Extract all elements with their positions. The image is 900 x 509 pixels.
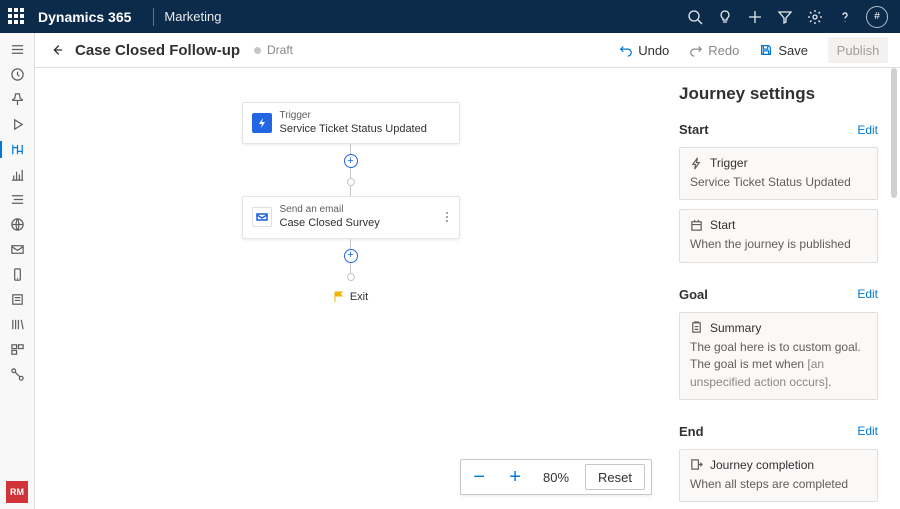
connector-joint xyxy=(347,178,355,186)
undo-button[interactable]: Undo xyxy=(611,37,677,63)
rail-form-icon[interactable] xyxy=(0,287,35,312)
rail-library-icon[interactable] xyxy=(0,312,35,337)
add-step-button[interactable]: + xyxy=(344,249,358,263)
zoom-percent: 80% xyxy=(533,470,579,485)
publish-button: Publish xyxy=(828,37,888,63)
rail-mail-icon[interactable] xyxy=(0,237,35,262)
connector-line xyxy=(350,168,351,178)
connector-line xyxy=(350,263,351,273)
card-body: When the journey is published xyxy=(690,236,867,253)
status-label: Draft xyxy=(267,43,293,57)
card-title: Trigger xyxy=(710,156,748,170)
add-icon[interactable] xyxy=(740,1,770,33)
section-end: End Edit Journey completion When all ste… xyxy=(679,424,878,502)
edit-link[interactable]: Edit xyxy=(857,123,878,137)
flow-end-joint xyxy=(347,273,355,281)
zoom-reset-button[interactable]: Reset xyxy=(585,464,645,490)
edit-link[interactable]: Edit xyxy=(857,424,878,438)
avatar[interactable]: # xyxy=(866,6,888,28)
card-body: Service Ticket Status Updated xyxy=(690,174,867,191)
rail-menu-icon[interactable] xyxy=(0,37,35,62)
rail-pinned-icon[interactable] xyxy=(0,87,35,112)
card-summary[interactable]: Summary The goal here is to custom goal.… xyxy=(679,312,878,400)
card-body: When all steps are completed xyxy=(690,476,867,493)
rail-assets-icon[interactable] xyxy=(0,337,35,362)
main-area: Trigger Service Ticket Status Updated + … xyxy=(35,68,888,509)
node-overflow-icon[interactable] xyxy=(444,212,450,222)
panel-heading: Journey settings xyxy=(679,84,878,104)
connector-line xyxy=(350,239,351,249)
card-trigger[interactable]: Trigger Service Ticket Status Updated xyxy=(679,147,878,200)
redo-label: Redo xyxy=(708,43,739,58)
top-nav: Dynamics 365 Marketing # xyxy=(0,0,900,33)
add-step-button[interactable]: + xyxy=(344,154,358,168)
exit-label: Exit xyxy=(350,291,368,303)
clipboard-icon xyxy=(690,321,703,334)
redo-button[interactable]: Redo xyxy=(681,37,747,63)
calendar-icon xyxy=(690,219,703,232)
area-label[interactable]: Marketing xyxy=(164,9,221,24)
section-goal: Goal Edit Summary The goal here is to cu… xyxy=(679,287,878,400)
undo-label: Undo xyxy=(638,43,669,58)
search-icon[interactable] xyxy=(680,1,710,33)
card-body: The goal here is to custom goal. The goa… xyxy=(690,339,867,391)
flow-container: Trigger Service Ticket Status Updated + … xyxy=(242,102,460,303)
save-button[interactable]: Save xyxy=(751,37,816,63)
page-title: Case Closed Follow-up xyxy=(75,42,240,59)
rail-globe-icon[interactable] xyxy=(0,212,35,237)
help-icon[interactable] xyxy=(830,1,860,33)
exit-icon xyxy=(690,458,703,471)
rail-analytics-icon[interactable] xyxy=(0,162,35,187)
node-type-label: Trigger xyxy=(280,110,427,123)
command-bar: Case Closed Follow-up Draft Undo Redo Sa… xyxy=(35,33,900,68)
rail-recent-icon[interactable] xyxy=(0,62,35,87)
exit-node[interactable]: Exit xyxy=(333,291,368,303)
left-rail: RM xyxy=(0,33,35,509)
trigger-node[interactable]: Trigger Service Ticket Status Updated xyxy=(242,102,460,144)
bolt-icon xyxy=(690,157,703,170)
card-title: Start xyxy=(710,218,735,232)
connector-line xyxy=(350,144,351,154)
rail-journeys-icon[interactable] xyxy=(0,137,35,162)
scrollbar[interactable] xyxy=(891,68,897,198)
area-switcher[interactable]: RM xyxy=(6,481,28,503)
settings-panel: Journey settings Start Edit Trigger Serv… xyxy=(666,68,888,509)
email-node[interactable]: Send an email Case Closed Survey xyxy=(242,196,460,238)
section-title: End xyxy=(679,424,704,439)
zoom-control: − + 80% Reset xyxy=(460,459,652,495)
lightbulb-icon[interactable] xyxy=(710,1,740,33)
rail-connections-icon[interactable] xyxy=(0,362,35,387)
rail-play-icon[interactable] xyxy=(0,112,35,137)
connector-line xyxy=(350,186,351,196)
bolt-icon xyxy=(252,113,272,133)
mail-icon xyxy=(252,207,272,227)
card-start[interactable]: Start When the journey is published xyxy=(679,209,878,262)
filter-icon[interactable] xyxy=(770,1,800,33)
rail-segment-icon[interactable] xyxy=(0,187,35,212)
back-button[interactable] xyxy=(47,40,67,60)
section-title: Goal xyxy=(679,287,708,302)
section-start: Start Edit Trigger Service Ticket Status… xyxy=(679,122,878,263)
rail-mobile-icon[interactable] xyxy=(0,262,35,287)
card-title: Journey completion xyxy=(710,458,814,472)
card-title: Summary xyxy=(710,321,761,335)
status-chip: Draft xyxy=(254,43,293,57)
node-title: Service Ticket Status Updated xyxy=(280,123,427,137)
nav-divider xyxy=(153,8,154,26)
app-launcher-icon[interactable] xyxy=(8,8,26,26)
node-type-label: Send an email xyxy=(280,204,380,217)
brand-label: Dynamics 365 xyxy=(38,9,131,25)
zoom-in-button[interactable]: + xyxy=(497,459,533,495)
status-dot-icon xyxy=(254,47,261,54)
zoom-out-button[interactable]: − xyxy=(461,459,497,495)
section-title: Start xyxy=(679,122,709,137)
journey-canvas[interactable]: Trigger Service Ticket Status Updated + … xyxy=(35,68,666,509)
flag-icon xyxy=(333,291,345,303)
gear-icon[interactable] xyxy=(800,1,830,33)
card-completion[interactable]: Journey completion When all steps are co… xyxy=(679,449,878,502)
save-label: Save xyxy=(778,43,808,58)
node-title: Case Closed Survey xyxy=(280,217,380,231)
edit-link[interactable]: Edit xyxy=(857,287,878,301)
